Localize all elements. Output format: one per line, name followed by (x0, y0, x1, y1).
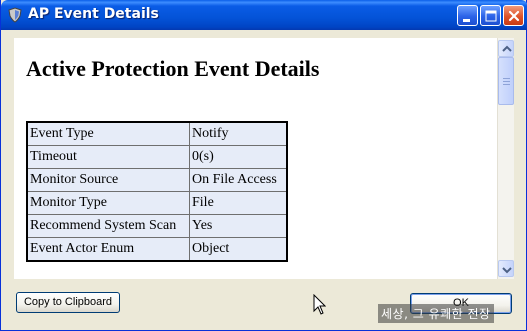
table-row: Event Type Notify (26, 121, 288, 146)
copy-to-clipboard-button[interactable]: Copy to Clipboard (16, 292, 120, 313)
scroll-down-button[interactable] (498, 260, 514, 277)
table-row: Monitor Type File (26, 191, 288, 215)
row-key: Event Actor Enum (26, 237, 190, 262)
mouse-pointer-icon (313, 294, 326, 315)
row-value: On File Access (189, 168, 288, 192)
minimize-button[interactable] (457, 5, 478, 26)
row-key: Monitor Type (26, 191, 190, 215)
maximize-icon (485, 10, 497, 22)
chevron-down-icon (502, 267, 512, 274)
title-bar[interactable]: AP Event Details (1, 0, 527, 30)
row-value: Yes (189, 214, 288, 238)
window-title: AP Event Details (28, 6, 159, 22)
table-row: Monitor Source On File Access (26, 168, 288, 192)
details-content-pane[interactable]: Active Protection Event Details Event Ty… (14, 38, 497, 279)
vertical-scrollbar[interactable] (497, 38, 514, 279)
row-key: Recommend System Scan (26, 214, 190, 238)
table-row: Recommend System Scan Yes (26, 214, 288, 238)
maximize-button[interactable] (480, 5, 501, 26)
watermark-text: 세상, 그 유쾌한 전장 (378, 304, 494, 323)
page-title: Active Protection Event Details (26, 56, 320, 81)
row-value: 0(s) (189, 145, 288, 169)
scroll-up-button[interactable] (498, 40, 514, 57)
grip-line (503, 81, 510, 82)
table-row: Timeout 0(s) (26, 145, 288, 169)
table-row: Event Actor Enum Object (26, 237, 288, 262)
row-value: Notify (189, 121, 288, 146)
grip-line (503, 78, 510, 79)
row-key: Monitor Source (26, 168, 190, 192)
grip-line (503, 84, 510, 85)
row-key: Event Type (26, 121, 190, 146)
close-button[interactable] (503, 5, 524, 26)
row-key: Timeout (26, 145, 190, 169)
scroll-thumb[interactable] (498, 57, 514, 105)
event-details-table: Event Type Notify Timeout 0(s) Monitor S… (26, 121, 288, 262)
shield-app-icon (7, 7, 23, 23)
row-value: File (189, 191, 288, 215)
close-icon (508, 10, 520, 22)
row-value: Object (189, 237, 288, 262)
minimize-icon (463, 19, 470, 22)
chevron-up-icon (502, 45, 512, 52)
dialog-window: AP Event Details Active Protection Event… (0, 0, 527, 331)
